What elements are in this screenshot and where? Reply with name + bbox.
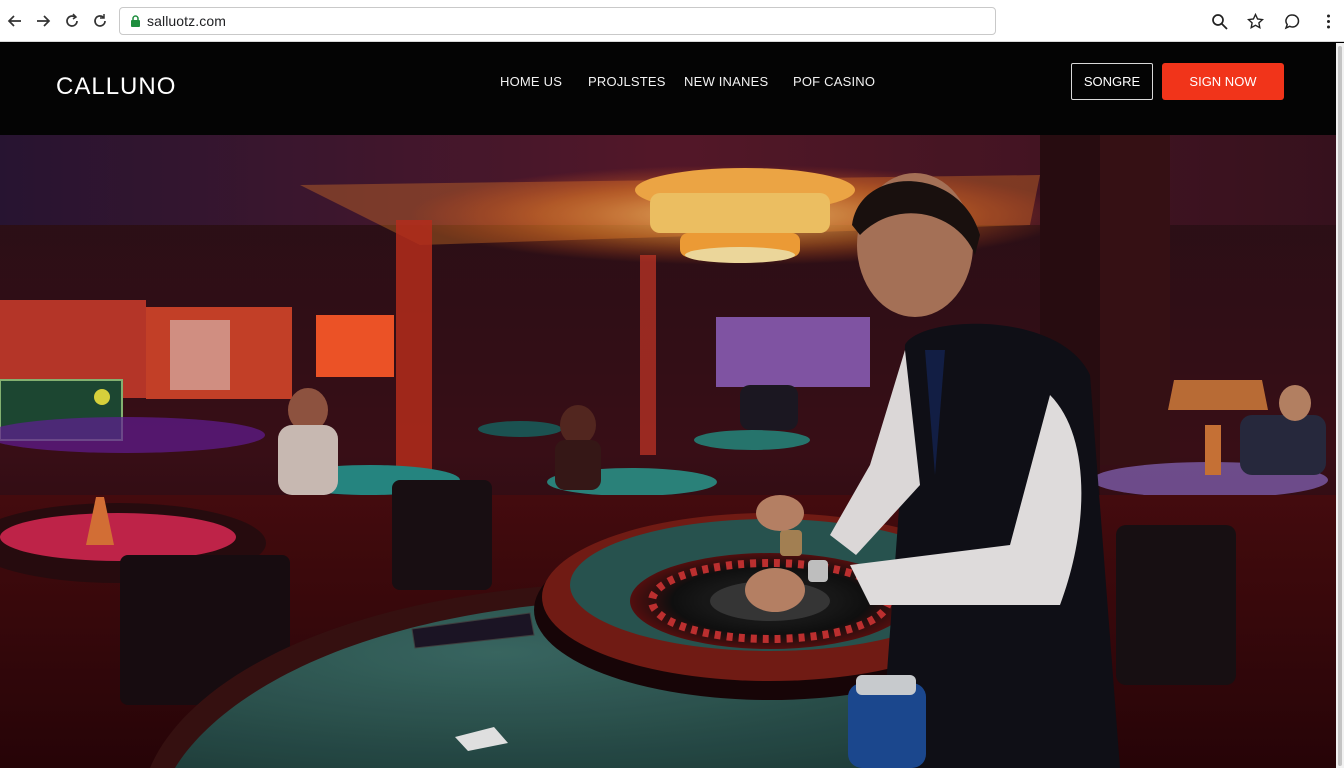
chat-icon[interactable] xyxy=(1282,11,1302,31)
forward-icon[interactable] xyxy=(33,11,53,31)
signin-button[interactable]: SONGRE xyxy=(1071,63,1153,100)
nav-projects[interactable]: PROJLSTES xyxy=(588,74,666,89)
reload-icon[interactable] xyxy=(62,11,82,31)
browser-toolbar: salluotz.com xyxy=(0,0,1344,42)
nav-home[interactable]: HOME US xyxy=(500,74,562,89)
site-header: CALLUNO HOME US PROJLSTES NEW INANES POF… xyxy=(0,43,1336,135)
menu-icon[interactable] xyxy=(1318,11,1338,31)
nav-new-games[interactable]: NEW INANES xyxy=(684,74,768,89)
signup-button[interactable]: SIGN NOW xyxy=(1162,63,1284,100)
address-bar[interactable]: salluotz.com xyxy=(119,7,996,35)
search-icon[interactable] xyxy=(1209,11,1229,31)
back-icon[interactable] xyxy=(5,11,25,31)
star-icon[interactable] xyxy=(1245,11,1265,31)
refresh-icon[interactable] xyxy=(90,11,110,31)
site-logo[interactable]: CALLUNO xyxy=(56,73,176,101)
lock-icon xyxy=(131,15,140,27)
page-scrollbar-thumb[interactable] xyxy=(1338,46,1342,766)
nav-casino[interactable]: POF CASINO xyxy=(793,74,875,89)
url-text: salluotz.com xyxy=(147,13,227,29)
hero-image xyxy=(0,135,1336,768)
